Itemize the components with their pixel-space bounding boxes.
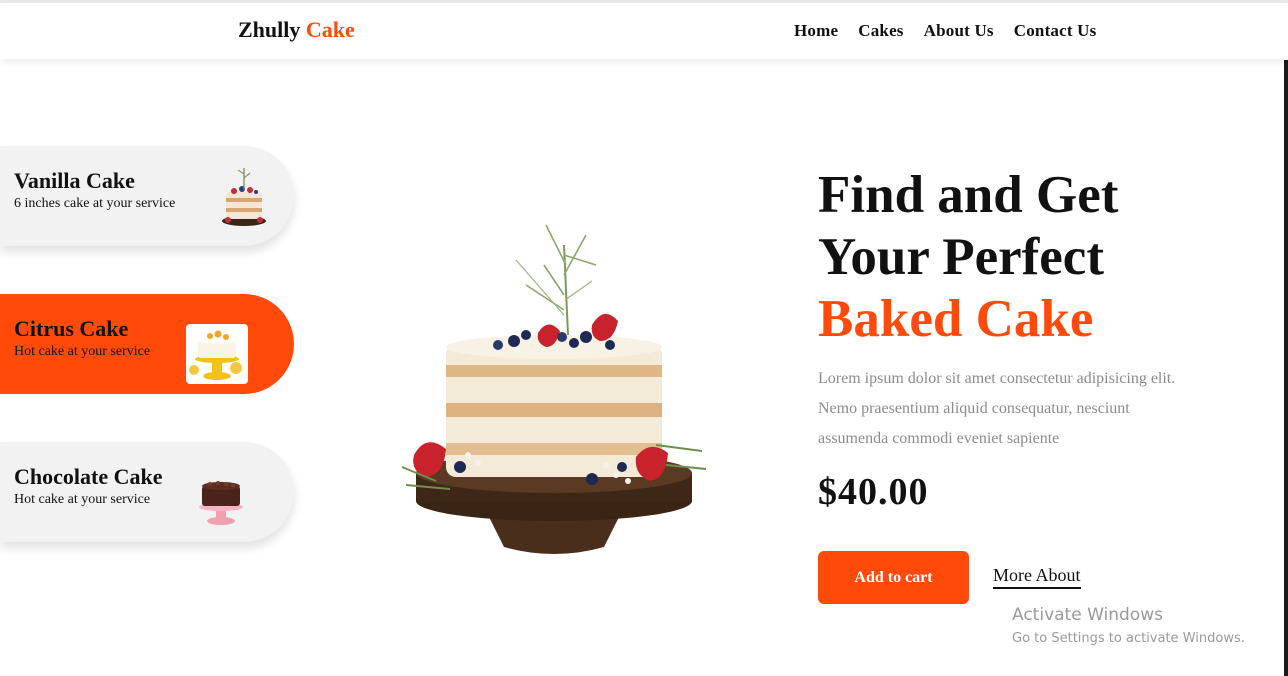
nav-about-us[interactable]: About Us (924, 21, 994, 41)
nav-home[interactable]: Home (794, 21, 838, 41)
price-label: $40.00 (818, 471, 929, 513)
navbar: Zhully Cake Home Cakes About Us Contact … (0, 3, 1288, 59)
headline-line-2: Your Perfect (818, 228, 1104, 286)
scrollbar-edge[interactable] (1284, 60, 1288, 676)
card-title: Vanilla Cake (14, 168, 135, 193)
headline-line-1: Find and Get (818, 166, 1119, 224)
card-chocolate-cake[interactable]: Chocolate Cake Hot cake at your service (0, 442, 294, 542)
brand-name: Zhully (238, 17, 301, 42)
hero-description: Lorem ipsum dolor sit amet consectetur a… (818, 370, 1176, 447)
card-title: Citrus Cake (14, 316, 129, 341)
hero-cake-image (401, 224, 707, 554)
brand-logo[interactable]: Zhully Cake (238, 17, 355, 43)
add-to-cart-button[interactable]: Add to cart (818, 551, 969, 604)
card-subtitle: Hot cake at your service (14, 344, 151, 359)
card-subtitle: 6 inches cake at your service (14, 196, 176, 211)
brand-accent: Cake (305, 17, 355, 42)
activate-windows-title: Activate Windows (1012, 605, 1163, 625)
more-about-link[interactable]: More About (993, 565, 1081, 589)
chocolate-cake-image (199, 481, 243, 525)
vanilla-cake-image (222, 168, 266, 226)
hero-headline: Find and Get Your Perfect Baked Cake (818, 164, 1118, 350)
card-title: Chocolate Cake (14, 464, 163, 489)
headline-line-3: Baked Cake (818, 290, 1094, 348)
card-subtitle: Hot cake at your service (14, 492, 151, 507)
card-vanilla-cake[interactable]: Vanilla Cake 6 inches cake at your servi… (0, 146, 294, 246)
main-nav: Home Cakes About Us Contact Us (794, 21, 1096, 41)
nav-cakes[interactable]: Cakes (858, 21, 903, 41)
card-citrus-cake[interactable]: Citrus Cake Hot cake at your service (0, 294, 294, 394)
activate-windows-subtitle: Go to Settings to activate Windows. (1012, 631, 1245, 646)
citrus-cake-image (186, 324, 248, 384)
nav-contact-us[interactable]: Contact Us (1014, 21, 1097, 41)
